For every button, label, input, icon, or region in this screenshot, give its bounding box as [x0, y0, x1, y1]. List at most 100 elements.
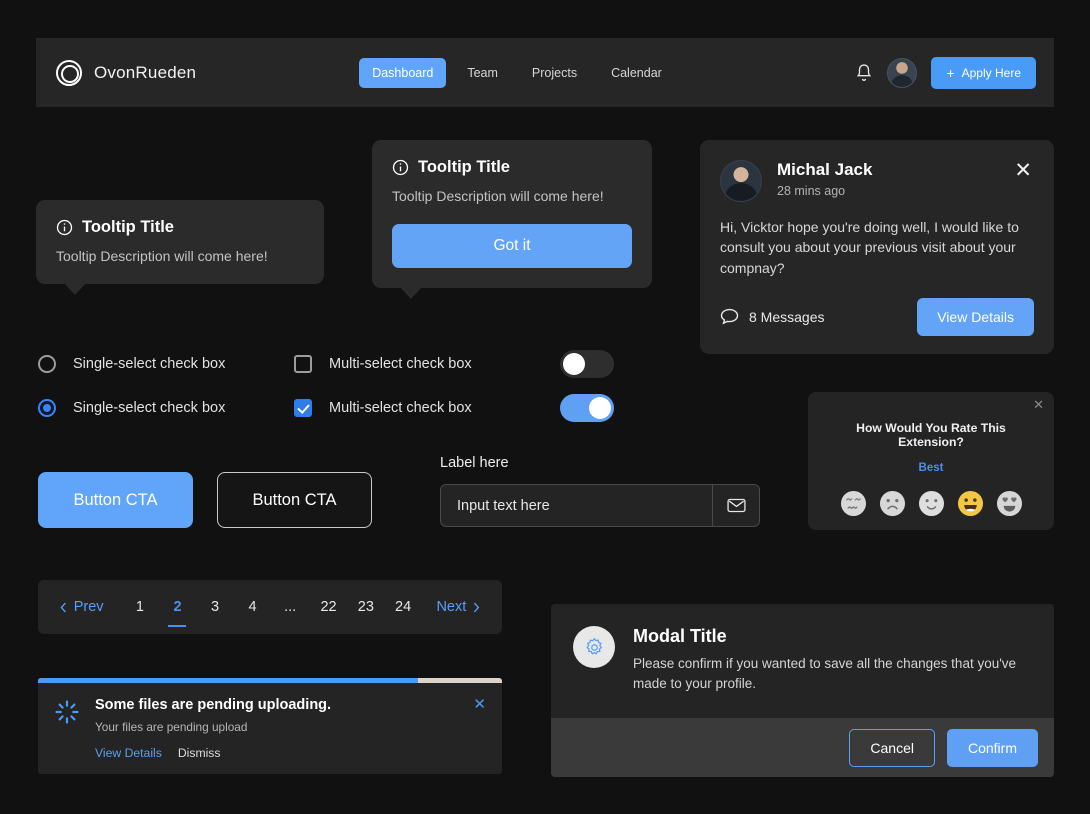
- message-card: Michal Jack 28 mins ago ✕ Hi, Vicktor ho…: [700, 140, 1054, 354]
- frowning-face-icon[interactable]: [879, 490, 906, 517]
- modal-title: Modal Title: [633, 626, 727, 646]
- pagination-prev[interactable]: Prev: [56, 580, 108, 634]
- chevron-right-icon: [474, 602, 480, 612]
- pagination-page-1[interactable]: 1: [129, 580, 151, 634]
- rating-selected-label: Best: [918, 462, 944, 474]
- heart-eyes-face-icon[interactable]: [996, 490, 1023, 517]
- app-header: OvonRueden Dashboard Team Projects Calen…: [36, 38, 1054, 107]
- tooltip-description: Tooltip Description will come here!: [56, 248, 268, 264]
- loading-spinner-icon: [54, 699, 80, 725]
- modal-body: Modal Title Please confirm if you wanted…: [551, 604, 1054, 695]
- pagination-page-3[interactable]: 3: [204, 580, 226, 634]
- mail-icon[interactable]: [712, 485, 759, 526]
- nav-item-team[interactable]: Team: [454, 58, 511, 88]
- avatar[interactable]: [887, 57, 918, 88]
- pagination-prev-label: Prev: [73, 599, 104, 615]
- toggle-knob: [563, 353, 585, 375]
- pagination-page-22[interactable]: 22: [317, 580, 341, 634]
- radio-label: Single-select check box: [73, 356, 226, 372]
- cancel-button[interactable]: Cancel: [849, 728, 935, 767]
- confirm-button[interactable]: Confirm: [946, 728, 1038, 767]
- rating-card: ✕ How Would You Rate This Extension? Bes…: [808, 392, 1054, 530]
- checkbox-label: Multi-select check box: [329, 356, 472, 372]
- toggle-on[interactable]: [560, 394, 614, 422]
- header-actions: + Apply Here: [855, 56, 1036, 89]
- checkbox-unchecked[interactable]: Multi-select check box: [294, 355, 560, 373]
- pagination-page-4[interactable]: 4: [242, 580, 264, 634]
- tooltip-simple: Tooltip Title Tooltip Description will c…: [36, 200, 324, 295]
- avatar: [720, 160, 762, 202]
- tooltip-title: Tooltip Title: [418, 158, 510, 176]
- checkbox-icon: [294, 355, 312, 373]
- close-icon[interactable]: ✕: [1033, 398, 1044, 411]
- view-details-button[interactable]: View Details: [917, 297, 1034, 336]
- controls-row-unselected: Single-select check box Multi-select che…: [38, 342, 614, 386]
- toast-content: Some files are pending uploading. Your f…: [38, 683, 502, 760]
- pagination-page-24[interactable]: 24: [391, 580, 415, 634]
- pagination: Prev 1 2 3 4 ... 22 23 24 Next: [38, 580, 502, 634]
- checkbox-icon: [294, 399, 312, 417]
- tooltip-title: Tooltip Title: [82, 218, 174, 236]
- radio-label: Single-select check box: [73, 400, 226, 416]
- app-canvas: OvonRueden Dashboard Team Projects Calen…: [0, 0, 1090, 814]
- toast-text: Some files are pending uploading. Your f…: [95, 697, 331, 760]
- input-field-group: Label here: [440, 455, 760, 527]
- message-count[interactable]: 8 Messages: [720, 308, 824, 325]
- circle-ring-logo-icon: [56, 59, 82, 86]
- brand[interactable]: OvonRueden: [56, 59, 197, 86]
- field-box: [440, 484, 760, 527]
- modal-text: Modal Title Please confirm if you wanted…: [633, 626, 1032, 695]
- message-count-label: 8 Messages: [749, 308, 825, 325]
- radio-icon: [38, 355, 56, 373]
- got-it-button[interactable]: Got it: [392, 224, 632, 268]
- tooltip-header: Tooltip Title: [56, 218, 304, 237]
- info-circle-icon: [56, 219, 73, 236]
- close-icon[interactable]: ✕: [473, 697, 486, 712]
- toggle-off[interactable]: [560, 350, 614, 378]
- message-timestamp: 28 mins ago: [777, 184, 846, 198]
- rating-faces: [824, 490, 1038, 517]
- message-sender-name: Michal Jack: [777, 160, 873, 179]
- message-footer: 8 Messages View Details: [720, 297, 1034, 336]
- chat-bubble-icon: [720, 308, 739, 325]
- bell-icon[interactable]: [855, 63, 873, 83]
- secondary-cta-button[interactable]: Button CTA: [217, 472, 372, 528]
- main-nav: Dashboard Team Projects Calendar: [359, 57, 675, 88]
- rating-question: How Would You Rate This Extension?: [856, 421, 1006, 449]
- brand-name: OvonRueden: [94, 62, 197, 82]
- message-header: Michal Jack 28 mins ago ✕: [720, 160, 1034, 202]
- checkbox-label: Multi-select check box: [329, 400, 472, 416]
- email-input[interactable]: [441, 485, 712, 526]
- toast-dismiss-link[interactable]: Dismiss: [178, 746, 221, 760]
- apply-here-label: Apply Here: [961, 65, 1021, 80]
- close-icon[interactable]: ✕: [1012, 160, 1034, 181]
- nav-item-projects[interactable]: Projects: [519, 58, 590, 88]
- grinning-face-icon[interactable]: [957, 490, 984, 517]
- confounded-face-icon[interactable]: [840, 490, 867, 517]
- slight-smile-face-icon[interactable]: [918, 490, 945, 517]
- primary-cta-button[interactable]: Button CTA: [38, 472, 193, 528]
- message-body: Hi, Vicktor hope you're doing well, I wo…: [720, 219, 1019, 276]
- apply-here-button[interactable]: + Apply Here: [931, 56, 1036, 89]
- pagination-page-2[interactable]: 2: [166, 580, 188, 634]
- upload-toast: Some files are pending uploading. Your f…: [38, 678, 502, 774]
- pagination-page-23[interactable]: 23: [354, 580, 378, 634]
- tooltip-with-action: Tooltip Title Tooltip Description will c…: [372, 140, 652, 299]
- modal-footer: Cancel Confirm: [551, 718, 1054, 777]
- checkbox-checked[interactable]: Multi-select check box: [294, 399, 560, 417]
- controls-group: Single-select check box Multi-select che…: [38, 342, 614, 430]
- nav-item-calendar[interactable]: Calendar: [598, 58, 675, 88]
- pagination-next-label: Next: [436, 599, 467, 615]
- gear-icon: [573, 626, 615, 668]
- pagination-next[interactable]: Next: [432, 580, 484, 634]
- tooltip-header: Tooltip Title: [392, 158, 632, 177]
- radio-selected[interactable]: Single-select check box: [38, 399, 294, 417]
- toast-actions: View Details Dismiss: [95, 746, 331, 760]
- field-label: Label here: [440, 455, 509, 471]
- toast-view-details-link[interactable]: View Details: [95, 746, 162, 760]
- info-circle-icon: [392, 159, 409, 176]
- radio-icon: [38, 399, 56, 417]
- nav-item-dashboard[interactable]: Dashboard: [359, 57, 447, 88]
- radio-unselected[interactable]: Single-select check box: [38, 355, 294, 373]
- controls-row-selected: Single-select check box Multi-select che…: [38, 386, 614, 430]
